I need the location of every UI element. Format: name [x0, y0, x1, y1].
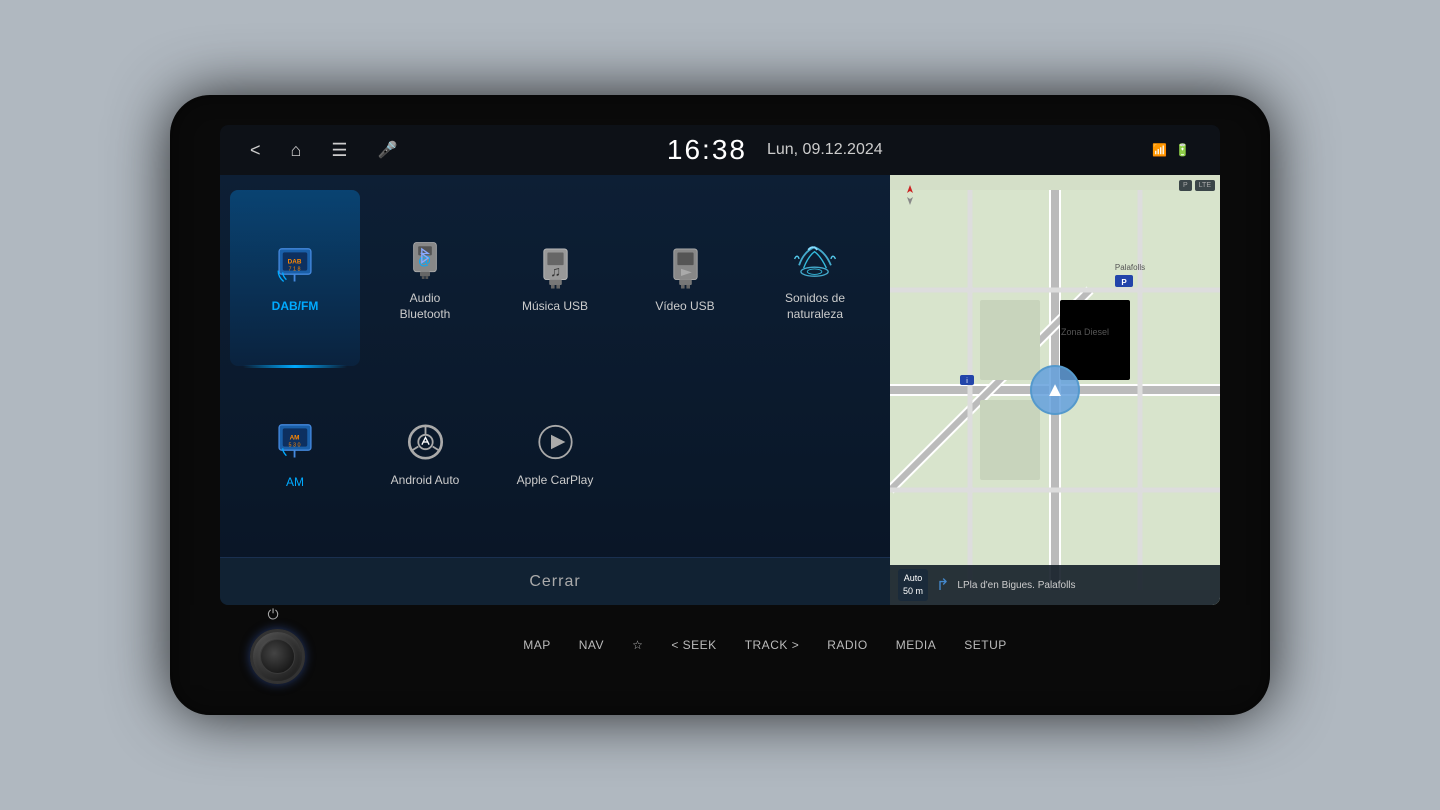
screen: < ⌂ ☰ 🎤 16:38 Lun, 09.12.2024 📶 🔋 [220, 125, 1220, 605]
map-compass [898, 183, 922, 207]
nav-controls: < ⌂ ☰ 🎤 [250, 140, 397, 161]
signal-box-2: LTE [1195, 180, 1215, 191]
video-usb-icon [663, 241, 708, 291]
svg-text:♫: ♫ [550, 264, 561, 280]
car-bezel: < ⌂ ☰ 🎤 16:38 Lun, 09.12.2024 📶 🔋 [170, 95, 1270, 715]
media-panel: DAB 7 1 8 DAB/FM [220, 175, 890, 605]
nav-arrow-icon: ▲ [1045, 379, 1065, 402]
map-bottom-bar: Auto 50 m ↱ LPla d'en Bigues. Palafolls [890, 565, 1220, 605]
video-usb-label: Vídeo USB [655, 299, 714, 315]
signal-box-1: P [1179, 180, 1192, 191]
volume-knob-area[interactable]: ⏻ [250, 606, 305, 684]
svg-text:7 1 8: 7 1 8 [288, 266, 300, 272]
audio-bluetooth-label: AudioBluetooth [400, 291, 451, 322]
menu-button[interactable]: ☰ [331, 140, 347, 161]
am-icon: AM 5 3 0 [270, 417, 320, 467]
musica-usb-icon: ♫ [533, 241, 578, 291]
map-distance-info: Auto 50 m [898, 569, 928, 600]
map-button[interactable]: MAP [509, 638, 565, 652]
musica-usb-label: Música USB [522, 299, 588, 315]
menu-item-audio-bluetooth[interactable]: @ AudioBluetooth [360, 190, 490, 366]
status-icons: 📶 🔋 [1152, 143, 1190, 157]
svg-text:5 3 0: 5 3 0 [288, 442, 300, 448]
mic-button[interactable]: 🎤 [378, 140, 398, 160]
apple-carplay-icon [533, 420, 578, 465]
map-background: P i Zona Diesel Palafolls [890, 175, 1220, 605]
map-navigator: ▲ [1030, 365, 1080, 415]
menu-item-apple-carplay[interactable]: Apple CarPlay [490, 366, 620, 542]
svg-text:P: P [1121, 278, 1127, 287]
map-direction-icon: ↱ [936, 575, 949, 595]
menu-item-video-usb[interactable]: Vídeo USB [620, 190, 750, 366]
media-menu-grid: DAB 7 1 8 DAB/FM [220, 175, 890, 557]
main-content: DAB 7 1 8 DAB/FM [220, 175, 1220, 605]
signal-icon: 📶 [1152, 143, 1167, 157]
clock-area: 16:38 Lun, 09.12.2024 [667, 134, 883, 166]
physical-buttons-bar: ⏻ MAP NAV ☆ < SEEK TRACK > RADIO MEDIA S… [190, 605, 1250, 685]
am-label: AM [286, 475, 304, 491]
svg-text:AM: AM [290, 434, 300, 441]
knob-inner [260, 639, 295, 674]
dab-fm-icon: DAB 7 1 8 [270, 241, 320, 291]
close-button[interactable]: Cerrar [220, 557, 890, 605]
setup-button[interactable]: SETUP [950, 638, 1021, 652]
radio-button[interactable]: RADIO [813, 638, 882, 652]
menu-item-am[interactable]: AM 5 3 0 AM [230, 366, 360, 542]
menu-item-musica-usb[interactable]: ♫ Música USB [490, 190, 620, 366]
map-street-label: LPla d'en Bigues. Palafolls [957, 580, 1212, 591]
svg-text:Zona Diesel: Zona Diesel [1061, 327, 1109, 337]
volume-knob[interactable] [250, 629, 305, 684]
menu-item-dab-fm[interactable]: DAB 7 1 8 DAB/FM [230, 190, 360, 366]
android-auto-icon [403, 420, 448, 465]
menu-item-sonidos-naturaleza[interactable]: Sonidos denaturaleza [750, 190, 880, 366]
map-panel[interactable]: P i Zona Diesel Palafolls [890, 175, 1220, 605]
favorite-button[interactable]: ☆ [618, 638, 657, 652]
sonidos-naturaleza-label: Sonidos denaturaleza [785, 291, 845, 322]
seek-prev-button[interactable]: < SEEK [657, 638, 730, 652]
map-signal-area: P LTE [1179, 180, 1215, 191]
home-button[interactable]: ⌂ [291, 140, 302, 161]
nav-button[interactable]: NAV [565, 638, 618, 652]
android-auto-label: Android Auto [391, 473, 460, 489]
media-button[interactable]: MEDIA [882, 638, 951, 652]
dab-fm-label: DAB/FM [272, 299, 319, 315]
battery-icon: 🔋 [1175, 143, 1190, 157]
svg-text:DAB: DAB [288, 258, 302, 265]
track-next-button[interactable]: TRACK > [731, 638, 814, 652]
bluetooth-icon: @ [400, 233, 450, 283]
clock-display: 16:38 [667, 134, 747, 166]
status-bar: < ⌂ ☰ 🎤 16:38 Lun, 09.12.2024 📶 🔋 [220, 125, 1220, 175]
apple-carplay-label: Apple CarPlay [517, 473, 594, 489]
menu-item-android-auto[interactable]: Android Auto [360, 366, 490, 542]
svg-text:Palafolls: Palafolls [1115, 263, 1145, 272]
date-display: Lun, 09.12.2024 [767, 141, 883, 159]
back-button[interactable]: < [250, 140, 261, 161]
nature-sounds-icon [790, 233, 840, 283]
power-icon[interactable]: ⏻ [268, 606, 288, 626]
